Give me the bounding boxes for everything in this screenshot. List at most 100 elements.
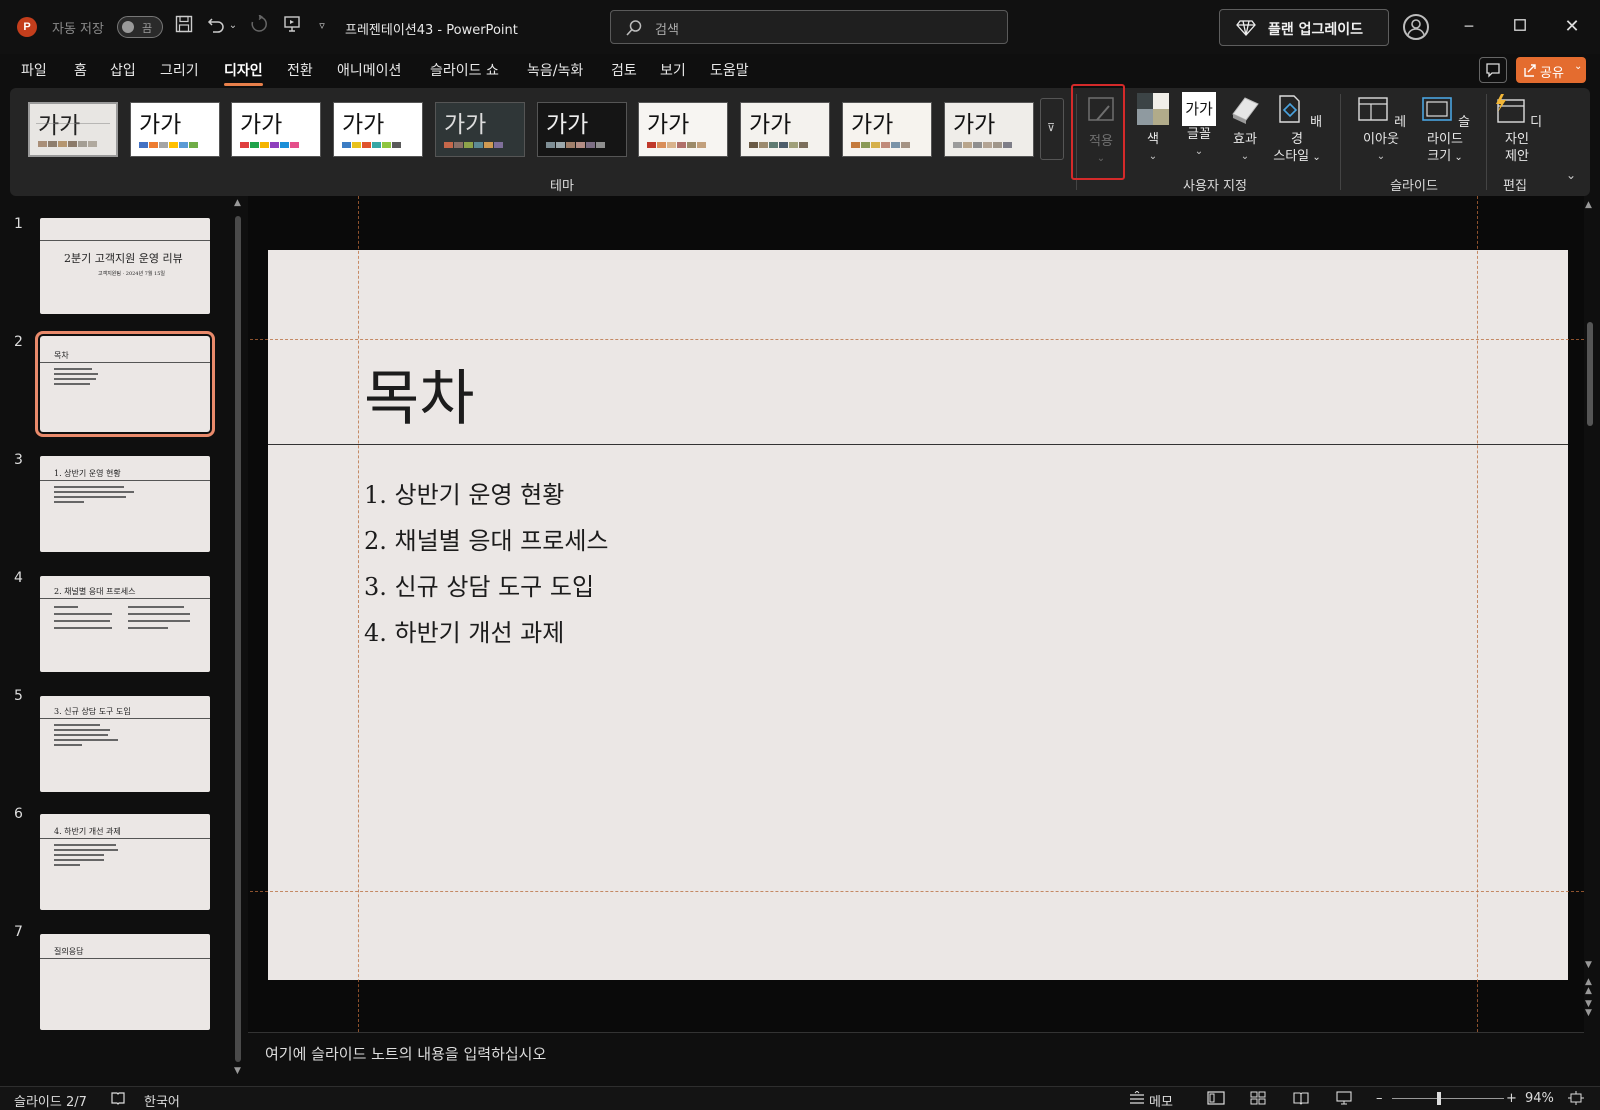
slide-thumbnail-4[interactable]: 2. 채널별 응대 프로세스 xyxy=(40,576,210,672)
slide-title-rule xyxy=(268,444,1568,445)
reading-view-icon[interactable] xyxy=(1293,1091,1309,1109)
autosave-toggle[interactable]: 끔 xyxy=(117,16,163,38)
thumb-title: 2분기 고객지원 운영 리뷰 xyxy=(64,252,183,265)
scroll-up-icon[interactable]: ▲ xyxy=(234,198,241,208)
undo-icon[interactable] xyxy=(205,15,227,37)
theme-4[interactable]: 가가 xyxy=(435,102,525,157)
title-bar: P 자동 저장 끔 ⌄ ▿ 프레젠테이션43 - PowerPoint 검색 플… xyxy=(0,0,1600,54)
tab-file[interactable]: 파일 xyxy=(21,60,47,80)
slide-agenda-item[interactable]: 1. 상반기 운영 현황 xyxy=(364,475,564,510)
notes-pane[interactable]: 여기에 슬라이드 노트의 내용을 입력하십시오 xyxy=(248,1032,1584,1084)
account-avatar-icon[interactable] xyxy=(1403,14,1429,40)
save-icon[interactable] xyxy=(173,15,195,37)
tab-home[interactable]: 홈 xyxy=(74,60,87,80)
comments-button[interactable] xyxy=(1479,57,1507,83)
toggle-knob xyxy=(122,21,134,33)
maximize-icon[interactable] xyxy=(1507,14,1533,40)
slide-thumbnail-5[interactable]: 3. 신규 상담 도구 도입 xyxy=(40,696,210,792)
thumb-title: 목차 xyxy=(54,351,69,360)
theme-gallery-more-button[interactable]: ⊽ xyxy=(1040,98,1064,160)
layout-button[interactable]: 레이아웃 ⌄ xyxy=(1350,92,1412,165)
tab-draw[interactable]: 그리기 xyxy=(160,60,199,80)
theme-9[interactable]: 가가 xyxy=(944,102,1034,157)
theme-sample-text: 가가 xyxy=(749,112,792,138)
tab-slideshow[interactable]: 슬라이드 쇼 xyxy=(430,60,499,80)
slide-size-label-2: 크기 xyxy=(1427,149,1452,164)
scroll-up-icon[interactable]: ▲ xyxy=(1585,200,1592,210)
designer-button[interactable]: 디자인 제안 xyxy=(1490,92,1544,165)
zoom-in-icon[interactable]: + xyxy=(1506,1091,1517,1106)
theme-office-current[interactable]: 가가 xyxy=(28,102,118,157)
zoom-slider-thumb[interactable] xyxy=(1437,1092,1441,1105)
collapse-ribbon-icon[interactable]: ⌄ xyxy=(1566,168,1576,182)
thumb-rule xyxy=(40,480,210,481)
slide-thumbnail-2[interactable]: 목차 xyxy=(35,331,215,437)
slide-scrollbar[interactable]: ▲ ▼ ▲ ▲ ▼ ▼ xyxy=(1585,200,1595,1020)
theme-sample-text: 가가 xyxy=(953,112,996,138)
close-icon[interactable]: ✕ xyxy=(1559,14,1585,40)
normal-view-icon[interactable] xyxy=(1207,1091,1225,1109)
tab-review[interactable]: 검토 xyxy=(611,60,637,80)
slide-thumbnail-6[interactable]: 4. 하반기 개선 과제 xyxy=(40,814,210,910)
zoom-level[interactable]: 94% xyxy=(1525,1091,1554,1106)
tab-help[interactable]: 도움말 xyxy=(710,60,749,80)
theme-5[interactable]: 가가 xyxy=(537,102,627,157)
tab-design[interactable]: 디자인 xyxy=(224,60,263,86)
language-label[interactable]: 한국어 xyxy=(144,1091,180,1110)
slide-thumbnail-3[interactable]: 1. 상반기 운영 현황 xyxy=(40,456,210,552)
theme-office[interactable]: 가가 xyxy=(130,102,220,157)
slide-sorter-icon[interactable] xyxy=(1250,1091,1266,1109)
redo-icon[interactable] xyxy=(248,14,270,37)
slide-agenda-item[interactable]: 2. 채널별 응대 프로세스 xyxy=(364,521,609,556)
current-slide[interactable]: 목차 1. 상반기 운영 현황 2. 채널별 응대 프로세스 3. 신규 상담 … xyxy=(268,250,1568,980)
notes-placeholder: 여기에 슬라이드 노트의 내용을 입력하십시오 xyxy=(265,1045,547,1063)
slide-thumbnail-1[interactable]: 2분기 고객지원 운영 리뷰 고객지원팀 · 2024년 7월 15일 xyxy=(40,218,210,314)
search-box[interactable]: 검색 xyxy=(610,10,1008,44)
tab-transitions[interactable]: 전환 xyxy=(287,60,313,80)
zoom-out-icon[interactable]: – xyxy=(1376,1091,1383,1106)
color-variants-button[interactable]: 색 ⌄ xyxy=(1134,92,1172,165)
theme-8[interactable]: 가가 xyxy=(842,102,932,157)
present-icon[interactable] xyxy=(281,15,303,37)
scroll-thumb[interactable] xyxy=(1587,322,1593,426)
slide-title[interactable]: 목차 xyxy=(364,350,474,437)
tab-insert[interactable]: 삽입 xyxy=(110,60,136,80)
theme-2[interactable]: 가가 xyxy=(231,102,321,157)
thumb-rule xyxy=(40,958,210,959)
tab-view[interactable]: 보기 xyxy=(660,60,686,80)
effects-button[interactable]: 효과 ⌄ xyxy=(1224,92,1266,165)
notes-toggle-icon[interactable] xyxy=(1128,1090,1146,1109)
zoom-slider-track[interactable] xyxy=(1392,1098,1504,1099)
background-styles-button[interactable]: 배경 스타일 ⌄ xyxy=(1268,92,1326,166)
theme-3[interactable]: 가가 xyxy=(333,102,423,157)
notes-toggle-label[interactable]: 메모 xyxy=(1149,1091,1173,1110)
slide-thumbnail-7[interactable]: 질의응답 xyxy=(40,934,210,1030)
thumbnail-number: 5 xyxy=(14,688,23,704)
scroll-down-icon[interactable]: ▼ xyxy=(1585,960,1592,970)
slide-agenda-item[interactable]: 4. 하반기 개선 과제 xyxy=(364,613,564,648)
slide-size-button[interactable]: 슬라이드 크기 ⌄ xyxy=(1414,92,1476,166)
tab-animations[interactable]: 애니메이션 xyxy=(337,60,401,80)
scroll-down-icon[interactable]: ▼ xyxy=(234,1066,241,1076)
previous-slide-icon[interactable]: ▲ ▲ xyxy=(1585,978,1592,996)
thumb-subtitle: 고객지원팀 · 2024년 7월 15일 xyxy=(98,271,166,277)
theme-7[interactable]: 가가 xyxy=(740,102,830,157)
thumbnails-scrollbar[interactable] xyxy=(235,216,241,1062)
next-slide-icon[interactable]: ▼ ▼ xyxy=(1585,1000,1592,1018)
separator xyxy=(1340,94,1341,190)
undo-dropdown-icon[interactable]: ⌄ xyxy=(227,15,239,37)
accessibility-icon[interactable] xyxy=(110,1091,126,1109)
fit-to-window-icon[interactable] xyxy=(1568,1091,1584,1109)
customize-qat-icon[interactable]: ▿ xyxy=(311,15,333,37)
upgrade-plan-button[interactable]: 플랜 업그레이드 xyxy=(1219,9,1389,46)
comment-icon xyxy=(1486,63,1500,78)
slideshow-view-icon[interactable] xyxy=(1336,1091,1352,1109)
theme-6[interactable]: 가가 xyxy=(638,102,728,157)
effects-eraser-icon xyxy=(1232,97,1259,124)
fonts-button[interactable]: 가가 글꼴 ⌄ xyxy=(1178,92,1220,160)
thumbnail-number: 6 xyxy=(14,806,23,822)
slide-agenda-item[interactable]: 3. 신규 상담 도구 도입 xyxy=(364,567,594,602)
minimize-icon[interactable]: ─ xyxy=(1456,14,1482,40)
tab-record[interactable]: 녹음/녹화 xyxy=(527,60,583,80)
share-button[interactable]: 공유 ⌄ xyxy=(1516,57,1586,83)
